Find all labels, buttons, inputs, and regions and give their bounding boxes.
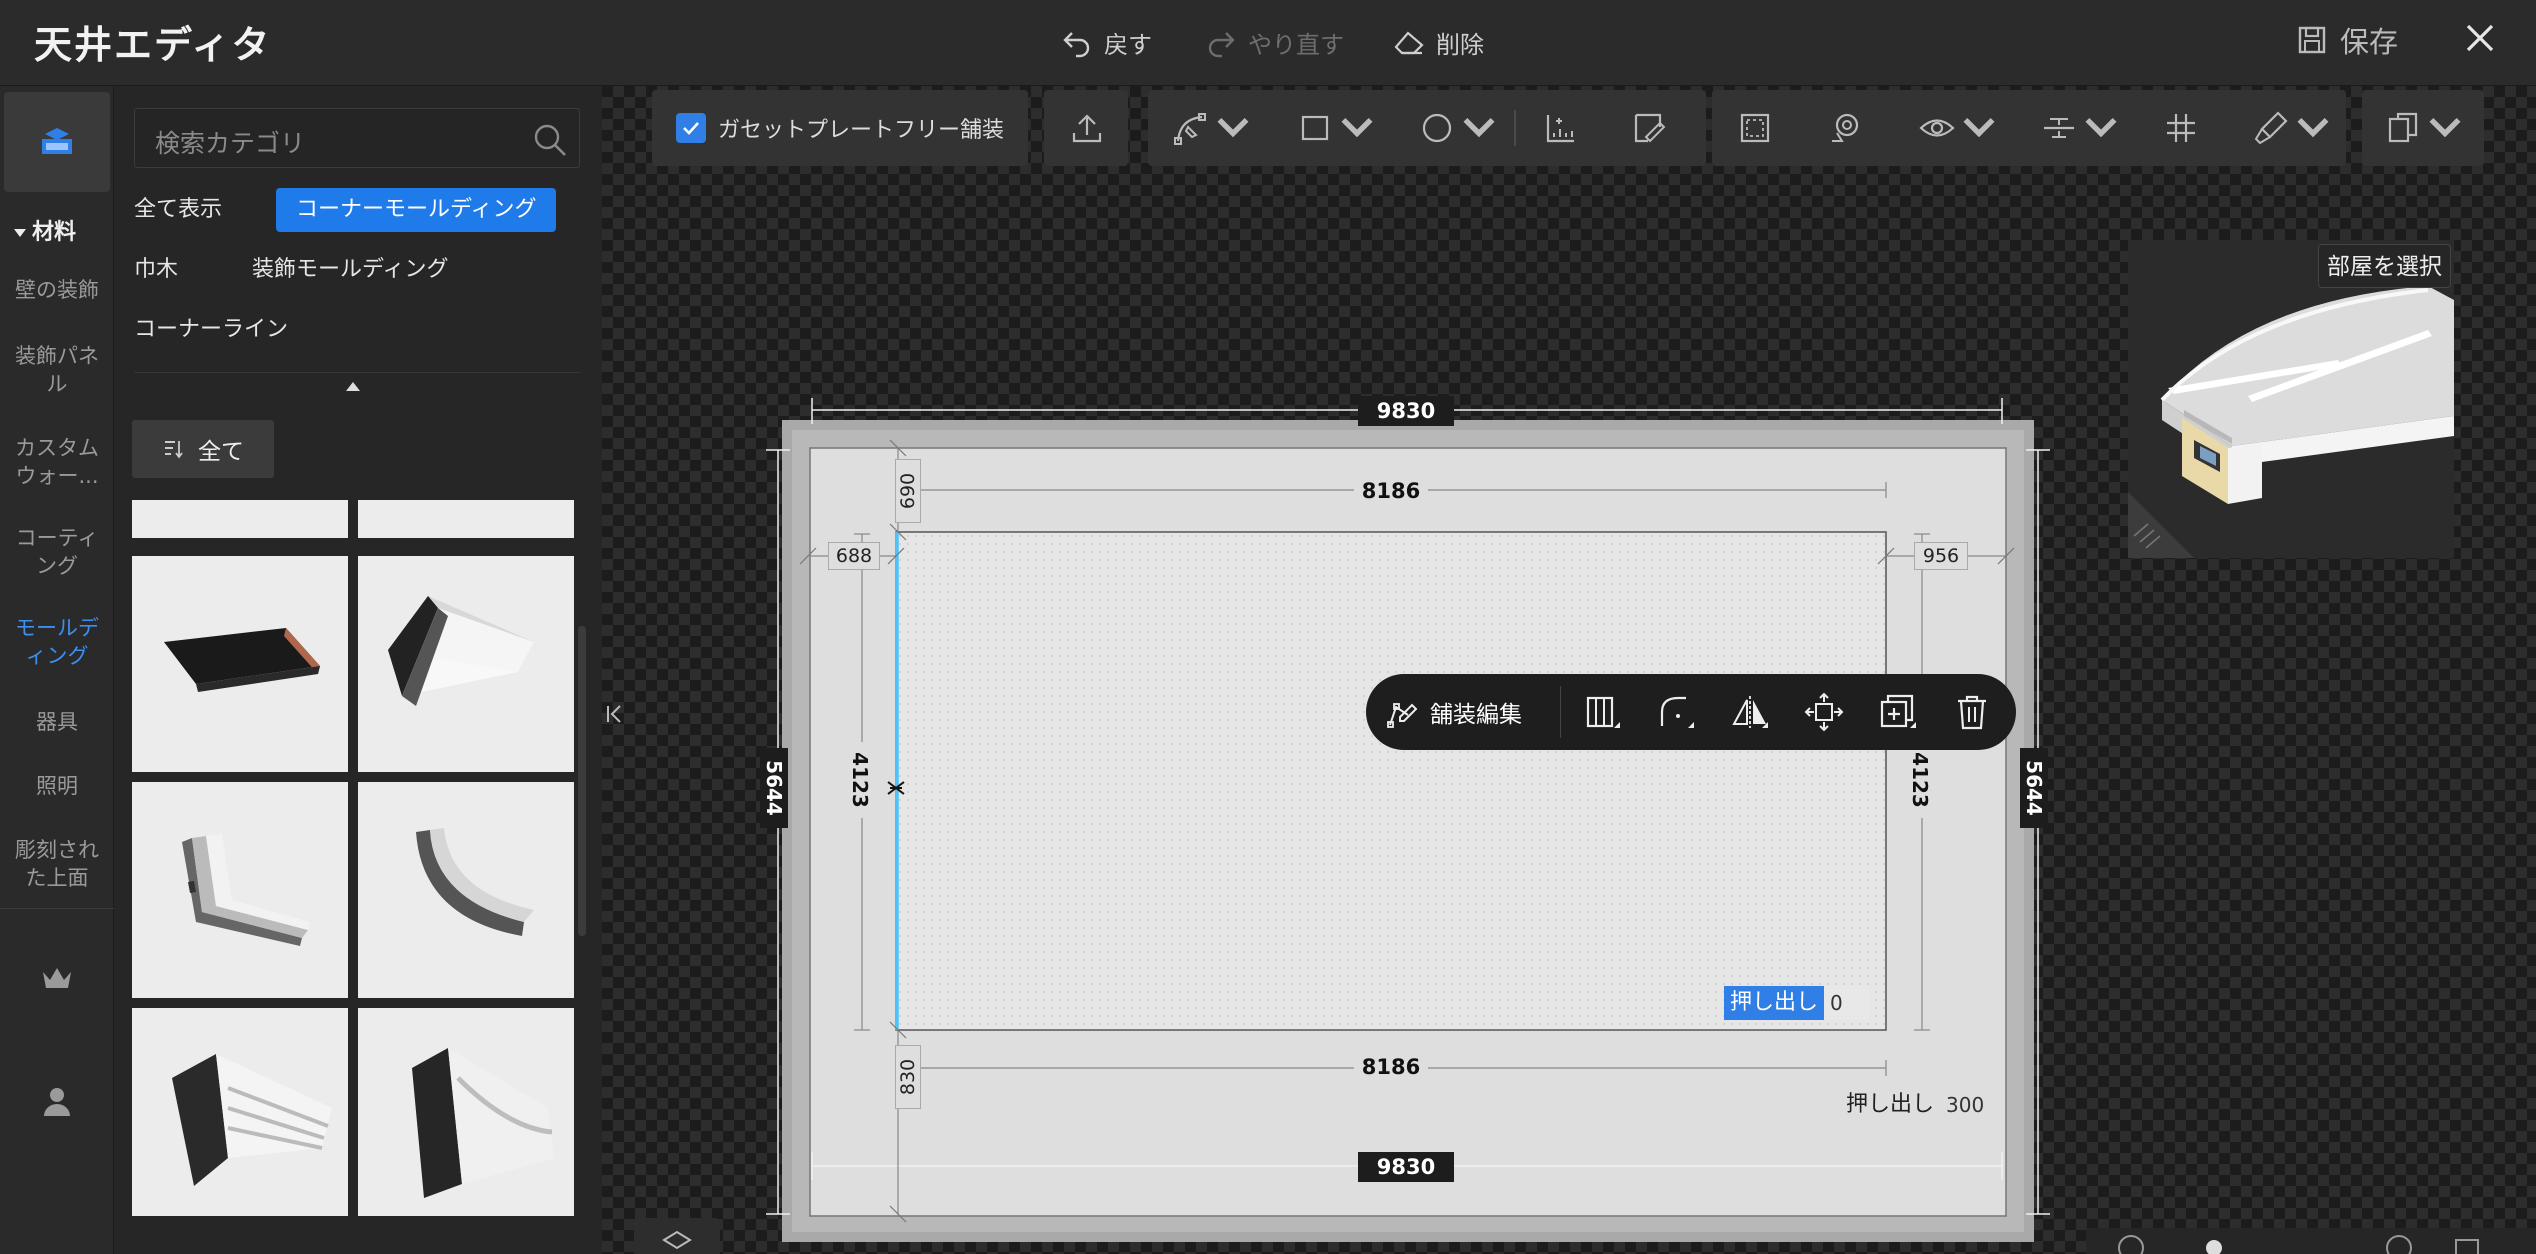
outer-extrude-label: 押し出し <box>1840 1088 1941 1122</box>
rail-divider <box>0 908 114 909</box>
chip-show-all[interactable]: 全て表示 <box>114 188 242 232</box>
outer-extrude-field[interactable]: 押し出し 300 <box>1840 1088 1991 1122</box>
duplicate-icon[interactable] <box>1878 692 1918 732</box>
collapse-chips-icon[interactable] <box>346 382 360 391</box>
catalog-item[interactable] <box>132 1008 348 1216</box>
materials-tab[interactable] <box>4 92 110 192</box>
selection-toolbar: 舗装編集 <box>1366 674 2016 750</box>
rail-item-molding[interactable]: モールディング <box>0 614 114 670</box>
rail-item-carved-top[interactable]: 彫刻された上面 <box>0 836 114 892</box>
rail-item-fixtures[interactable]: 器具 <box>0 708 114 736</box>
layered-molding-thumbnail <box>182 834 310 946</box>
redo-icon <box>1208 32 1235 58</box>
close-icon[interactable] <box>2460 18 2500 58</box>
dim-offset-right[interactable]: 956 <box>1914 542 1968 570</box>
save-button[interactable]: 保存 <box>2296 18 2398 62</box>
arc-edge-icon[interactable] <box>1656 692 1696 732</box>
redo-button[interactable]: やり直す <box>1204 20 1344 64</box>
trash-icon[interactable] <box>1952 692 1992 732</box>
filter-label: 全て <box>198 439 244 465</box>
delete-label: 削除 <box>1436 30 1484 59</box>
paving-edit-label: 舗装編集 <box>1430 702 1522 728</box>
materials-section[interactable]: 材料 <box>14 214 76 246</box>
chip-corner-molding[interactable]: コーナーモールディング <box>276 188 557 232</box>
search-input[interactable]: 検索カテゴリ <box>134 108 580 168</box>
chip-baseboard[interactable]: 巾木 <box>114 248 198 292</box>
catalog-scrollbar[interactable] <box>578 626 586 936</box>
zoom-controls <box>2086 1228 2536 1254</box>
eraser-icon <box>1394 31 1424 55</box>
ornate-molding-thumbnail <box>172 1054 332 1186</box>
mirror-icon[interactable] <box>1730 692 1770 732</box>
dim-inner-width-top: 8186 <box>1354 478 1428 504</box>
chip-decor-molding[interactable]: 装飾モールディング <box>232 248 468 292</box>
dim-outer-width-top: 9830 <box>1358 396 1454 426</box>
paving-edit-button[interactable]: 舗装編集 <box>1386 692 1522 732</box>
save-icon <box>2298 26 2326 54</box>
delete-button[interactable]: 削除 <box>1392 20 1484 64</box>
undo-icon <box>1063 32 1090 58</box>
search-placeholder: 検索カテゴリ <box>155 129 306 158</box>
zoom-in-icon[interactable] <box>2384 1234 2414 1254</box>
rail-item-lighting[interactable]: 照明 <box>0 772 114 800</box>
caret-down-icon <box>14 229 26 237</box>
inner-extrude-value[interactable]: 0 <box>1824 986 1869 1020</box>
rail-item-decor-panel[interactable]: 装飾パネル <box>0 342 114 398</box>
dim-offset-bottom[interactable]: 830 <box>895 1045 921 1109</box>
undo-button[interactable]: 戻す <box>1060 20 1152 64</box>
crown-icon[interactable] <box>40 964 74 994</box>
catalog-item[interactable] <box>132 782 348 998</box>
catalog-panel: 検索カテゴリ 全て表示 コーナーモールディング 巾木 装飾モールディング コーナ… <box>114 86 602 1254</box>
cube-view-icon <box>662 1230 692 1250</box>
rail-item-coating[interactable]: コーティング <box>0 524 114 580</box>
inner-extrude-label: 押し出し <box>1724 986 1825 1020</box>
edit-nodes-icon <box>1387 703 1418 728</box>
dim-inner-height-left: 4123 <box>848 742 872 818</box>
filter-button[interactable]: 全て <box>132 420 274 478</box>
ceiling-inner-pattern <box>895 531 1887 1031</box>
dim-offset-top[interactable]: 690 <box>895 459 921 523</box>
materials-section-label: 材料 <box>32 220 77 245</box>
catalog-divider <box>134 372 580 373</box>
cove-molding-thumbnail <box>416 828 534 936</box>
chip-corner-line[interactable]: コーナーライン <box>114 308 308 352</box>
dim-inner-width-bottom: 8186 <box>1354 1054 1428 1080</box>
dim-outer-height-left: 5644 <box>760 748 788 828</box>
zoom-out-icon[interactable] <box>2116 1234 2146 1254</box>
title-bar: 天井エディタ 戻す やり直す 削除 保存 <box>0 0 2536 86</box>
split-icon[interactable] <box>1582 692 1622 732</box>
rail-item-wall-decor[interactable]: 壁の装飾 <box>0 276 114 304</box>
catalog-item[interactable] <box>132 500 348 538</box>
redo-label: やり直す <box>1248 30 1344 59</box>
catalog-item[interactable] <box>358 500 574 538</box>
inner-extrude-field[interactable]: 押し出し 0 <box>1724 986 1869 1020</box>
crown-molding-thumbnail <box>388 596 534 706</box>
dark-crown-thumbnail <box>412 1048 554 1198</box>
sort-icon <box>165 441 183 459</box>
catalog-item[interactable] <box>358 556 574 772</box>
dim-offset-left[interactable]: 688 <box>828 542 880 570</box>
category-rail: 材料 壁の装飾 装飾パネル カスタムウォー... コーティング モールディング … <box>0 86 114 1254</box>
catalog-item[interactable] <box>358 782 574 998</box>
move-center-icon[interactable] <box>1804 692 1844 732</box>
app-title: 天井エディタ <box>34 23 272 67</box>
outer-extrude-value[interactable]: 300 <box>1940 1088 1991 1122</box>
catalog-item[interactable] <box>132 556 348 772</box>
toolbar-divider <box>1560 686 1561 738</box>
search-icon[interactable] <box>531 121 569 159</box>
dim-outer-height-right: 5644 <box>2020 748 2048 828</box>
view-mode-tab[interactable] <box>634 1218 720 1254</box>
dark-molding-thumbnail <box>164 628 320 692</box>
save-label: 保存 <box>2340 25 2399 59</box>
rail-item-custom-wall[interactable]: カスタムウォー... <box>0 434 114 490</box>
dim-outer-width-bottom: 9830 <box>1358 1152 1454 1182</box>
zoom-slider-handle[interactable] <box>2204 1234 2224 1254</box>
user-icon[interactable] <box>40 1084 74 1118</box>
undo-label: 戻す <box>1104 30 1152 59</box>
fit-view-icon[interactable] <box>2452 1236 2482 1254</box>
dim-inner-height-right: 4123 <box>1908 742 1932 818</box>
materials-icon <box>42 128 72 154</box>
catalog-item[interactable] <box>358 1008 574 1216</box>
ceiling-plan[interactable] <box>602 86 2536 1254</box>
